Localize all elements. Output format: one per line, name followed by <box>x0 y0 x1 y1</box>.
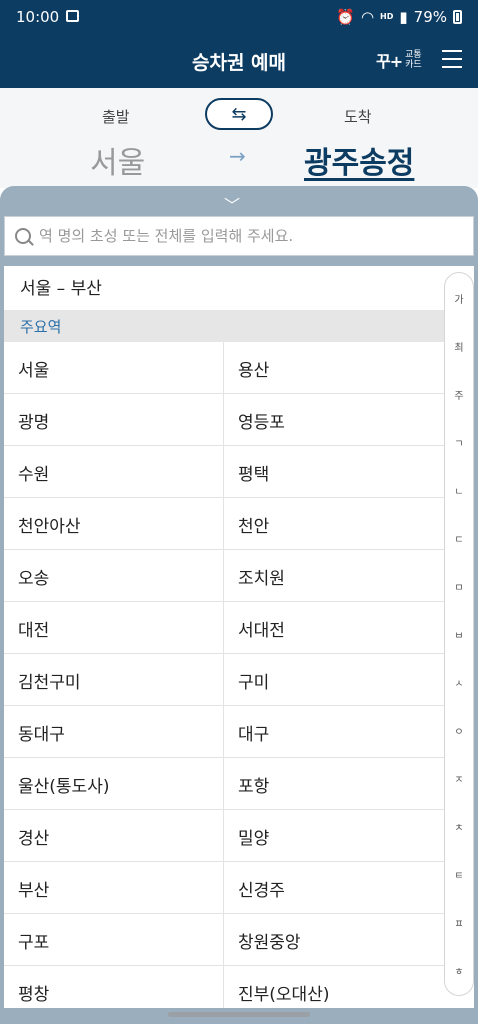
recent-route-item[interactable]: 서울 – 부산 <box>4 266 474 310</box>
search-icon <box>15 228 31 244</box>
table-row: 오송 조치원 <box>4 550 444 602</box>
station-item[interactable]: 광명 <box>4 394 224 446</box>
table-row: 수원 평택 <box>4 446 444 498</box>
table-row: 부산 신경주 <box>4 862 444 914</box>
index-item[interactable]: ㄷ <box>445 531 473 546</box>
departure-label: 출발 <box>102 108 130 126</box>
station-item[interactable]: 평택 <box>224 446 444 498</box>
status-time: 10:00 <box>16 8 60 26</box>
station-item[interactable]: 오송 <box>4 550 224 602</box>
index-scrollbar[interactable]: 가 최 주 ㄱ ㄴ ㄷ ㅁ ㅂ ㅅ ㅇ ㅈ ㅊ ㅌ ㅍ ㅎ <box>444 272 474 996</box>
transit-card-label: 교통 카드 <box>405 50 422 70</box>
station-item[interactable]: 구포 <box>4 914 224 966</box>
arrow-right-icon: → <box>229 144 246 168</box>
station-item[interactable]: 대전 <box>4 602 224 654</box>
index-item[interactable]: ㅊ <box>445 819 473 834</box>
index-item[interactable]: ㅂ <box>445 627 473 642</box>
station-item[interactable]: 평창 <box>4 966 224 1008</box>
hd-voice-icon: HD <box>380 12 394 21</box>
table-row: 천안아산 천안 <box>4 498 444 550</box>
battery-icon <box>453 10 462 24</box>
swap-icon: ⇆ <box>231 103 247 125</box>
departure-station[interactable]: 서울 <box>90 138 145 182</box>
table-row: 구포 창원중앙 <box>4 914 444 966</box>
status-icons: ⏰ ◠ HD ▮ 79% <box>336 8 462 26</box>
index-item[interactable]: ㄱ <box>445 435 473 450</box>
station-item[interactable]: 경산 <box>4 810 224 862</box>
station-item[interactable]: 서대전 <box>224 602 444 654</box>
index-item[interactable]: ㅇ <box>445 723 473 738</box>
index-item[interactable]: ㅅ <box>445 675 473 690</box>
station-item[interactable]: 서울 <box>4 342 224 394</box>
index-item[interactable]: ㅌ <box>445 867 473 882</box>
table-row: 평창 진부(오대산) <box>4 966 444 1008</box>
table-row: 경산 밀양 <box>4 810 444 862</box>
station-item[interactable]: 진부(오대산) <box>224 966 444 1008</box>
section-header: 주요역 <box>4 310 474 342</box>
station-item[interactable]: 구미 <box>224 654 444 706</box>
station-item[interactable]: 수원 <box>4 446 224 498</box>
station-item[interactable]: 동대구 <box>4 706 224 758</box>
transit-card-icon: 꾸+ <box>376 52 403 71</box>
station-item[interactable]: 천안 <box>224 498 444 550</box>
swap-stations-button[interactable]: ⇆ <box>205 98 273 130</box>
table-row: 서울 용산 <box>4 342 444 394</box>
battery-percent: 79% <box>413 8 447 26</box>
signal-icon: ▮ <box>399 8 408 26</box>
station-grid: 서울 용산 광명 영등포 수원 평택 천안아산 천안 오송 조치원 대전 서대전… <box>4 342 444 1008</box>
table-row: 울산(통도사) 포항 <box>4 758 444 810</box>
index-item[interactable]: 가 <box>445 291 473 306</box>
arrival-station[interactable]: 광주송정 <box>304 138 414 182</box>
station-list: 서울 – 부산 주요역 서울 용산 광명 영등포 수원 평택 천안아산 천안 오… <box>4 266 474 1008</box>
app-header: 승차권 예매 꾸+ 교통 카드 <box>0 34 478 88</box>
station-search-input[interactable] <box>39 227 469 245</box>
table-row: 김천구미 구미 <box>4 654 444 706</box>
status-bar: 10:00 ⏰ ◠ HD ▮ 79% <box>0 0 478 34</box>
arrival-label: 도착 <box>344 108 372 126</box>
index-item[interactable]: ㄴ <box>445 483 473 498</box>
station-item[interactable]: 부산 <box>4 862 224 914</box>
index-item[interactable]: 주 <box>445 387 473 402</box>
station-item[interactable]: 신경주 <box>224 862 444 914</box>
table-row: 대전 서대전 <box>4 602 444 654</box>
collapse-chevron-icon[interactable]: ﹀ <box>224 192 240 216</box>
index-item[interactable]: ㅍ <box>445 915 473 930</box>
station-item[interactable]: 천안아산 <box>4 498 224 550</box>
station-item[interactable]: 영등포 <box>224 394 444 446</box>
table-row: 동대구 대구 <box>4 706 444 758</box>
station-item[interactable]: 김천구미 <box>4 654 224 706</box>
wifi-icon: ◠ <box>360 8 375 26</box>
index-item[interactable]: ㅁ <box>445 579 473 594</box>
station-item[interactable]: 조치원 <box>224 550 444 602</box>
station-item[interactable]: 창원중앙 <box>224 914 444 966</box>
station-search <box>4 216 474 256</box>
station-item[interactable]: 밀양 <box>224 810 444 862</box>
index-item[interactable]: 최 <box>445 339 473 354</box>
table-row: 광명 영등포 <box>4 394 444 446</box>
alarm-icon: ⏰ <box>336 8 355 26</box>
station-item[interactable]: 대구 <box>224 706 444 758</box>
station-item[interactable]: 포항 <box>224 758 444 810</box>
gallery-icon <box>66 10 79 22</box>
route-selector: 출발 ⇆ 도착 서울 → 광주송정 <box>0 88 478 188</box>
station-item[interactable]: 용산 <box>224 342 444 394</box>
station-item[interactable]: 울산(통도사) <box>4 758 224 810</box>
hamburger-menu-icon[interactable] <box>442 50 462 70</box>
index-item[interactable]: ㅈ <box>445 771 473 786</box>
index-item[interactable]: ㅎ <box>445 963 473 978</box>
transit-card-button[interactable]: 꾸+ 교통 카드 <box>376 48 422 72</box>
home-gesture-bar[interactable] <box>168 1012 310 1017</box>
